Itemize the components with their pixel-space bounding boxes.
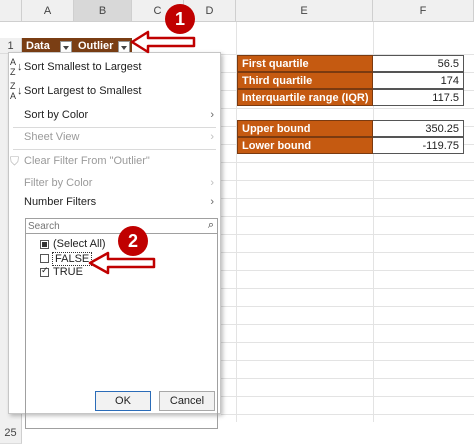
gridline: [221, 378, 474, 379]
search-icon: ⌕: [207, 219, 214, 231]
gridline: [221, 306, 474, 307]
gridline: [221, 342, 474, 343]
menu-number-filters[interactable]: Number Filters ›: [9, 192, 220, 212]
stat-value-first-quartile: 56.5: [373, 55, 464, 72]
sheet-view-label: Sheet View: [24, 131, 80, 143]
sort-ascending-label: Sort Smallest to Largest: [24, 61, 142, 73]
stat-value-lower-bound: -119.75: [373, 137, 464, 154]
clear-filter-icon: ⛉: [10, 154, 20, 168]
menu-sort-ascending[interactable]: AZ ↓ Sort Smallest to Largest: [9, 57, 220, 77]
column-header-f[interactable]: F: [373, 0, 474, 22]
pointer-arrow-icon: [130, 30, 196, 54]
chevron-right-icon: ›: [210, 177, 214, 189]
column-header-a[interactable]: A: [22, 0, 74, 22]
stat-value-upper-bound: 350.25: [373, 120, 464, 137]
menu-sheet-view[interactable]: Sheet View ›: [9, 127, 220, 147]
gridline: [221, 414, 474, 415]
gridline: [221, 162, 474, 163]
stat-value-third-quartile: 174: [373, 72, 464, 89]
menu-separator: [13, 149, 216, 150]
stat-label-third-quartile: Third quartile: [237, 72, 373, 89]
checkmark-icon: ✓: [41, 265, 49, 275]
partial-check-icon: [42, 242, 47, 247]
gridline: [221, 360, 474, 361]
gridline: [221, 234, 474, 235]
sort-descending-arrow-icon: ↓: [17, 85, 23, 97]
gridline: [221, 396, 474, 397]
header-data-label: Data: [26, 40, 50, 52]
stat-label-upper-bound: Upper bound: [237, 120, 373, 137]
filter-by-color-label: Filter by Color: [24, 177, 93, 189]
pointer-arrow-icon: [88, 251, 156, 275]
cancel-button[interactable]: Cancel: [159, 391, 215, 411]
header-outlier-label: Outlier: [78, 40, 114, 52]
gridline: [221, 270, 474, 271]
stat-label-first-quartile: First quartile: [237, 55, 373, 72]
select-all-corner[interactable]: [0, 0, 22, 22]
sort-by-color-label: Sort by Color: [24, 109, 89, 121]
gridline: [221, 198, 474, 199]
stat-label-lower-bound: Lower bound: [237, 137, 373, 154]
gridline: [221, 180, 474, 181]
clear-filter-label: Clear Filter From "Outlier": [24, 155, 150, 167]
number-filters-label: Number Filters: [24, 196, 97, 208]
column-header-b[interactable]: B: [74, 0, 132, 22]
gridline: [221, 108, 474, 109]
sort-descending-label: Sort Largest to Smallest: [24, 85, 142, 97]
menu-filter-by-color[interactable]: Filter by Color ›: [9, 173, 220, 193]
sort-descending-icon: ZA: [10, 81, 17, 101]
gridline: [221, 216, 474, 217]
sort-ascending-icon: AZ: [10, 57, 17, 77]
chevron-right-icon: ›: [210, 196, 214, 208]
gridline: [221, 324, 474, 325]
list-label-select-all: (Select All): [53, 238, 106, 250]
column-header-e[interactable]: E: [236, 0, 373, 22]
sort-ascending-arrow-icon: ↓: [17, 61, 23, 73]
chevron-right-icon: ›: [210, 109, 214, 121]
stat-value-iqr: 117.5: [373, 89, 464, 106]
search-input[interactable]: [26, 219, 190, 233]
gridline: [221, 252, 474, 253]
filter-menu: AZ ↓ Sort Smallest to Largest ZA ↓ Sort …: [8, 52, 221, 429]
ok-button[interactable]: OK: [95, 391, 151, 411]
menu-clear-filter[interactable]: ⛉ Clear Filter From "Outlier": [9, 151, 220, 171]
row-header-25[interactable]: 25: [0, 422, 22, 444]
checkbox-true[interactable]: ✓: [40, 265, 49, 277]
chevron-right-icon: ›: [210, 131, 214, 143]
gridline: [221, 288, 474, 289]
menu-sort-descending[interactable]: ZA ↓ Sort Largest to Smallest: [9, 81, 220, 101]
list-label-true: TRUE: [53, 266, 83, 278]
checkbox-false[interactable]: [40, 254, 49, 263]
checkbox-select-all[interactable]: [40, 240, 49, 249]
menu-sort-by-color[interactable]: Sort by Color ›: [9, 105, 220, 125]
stat-label-iqr: Interquartile range (IQR): [237, 89, 373, 106]
